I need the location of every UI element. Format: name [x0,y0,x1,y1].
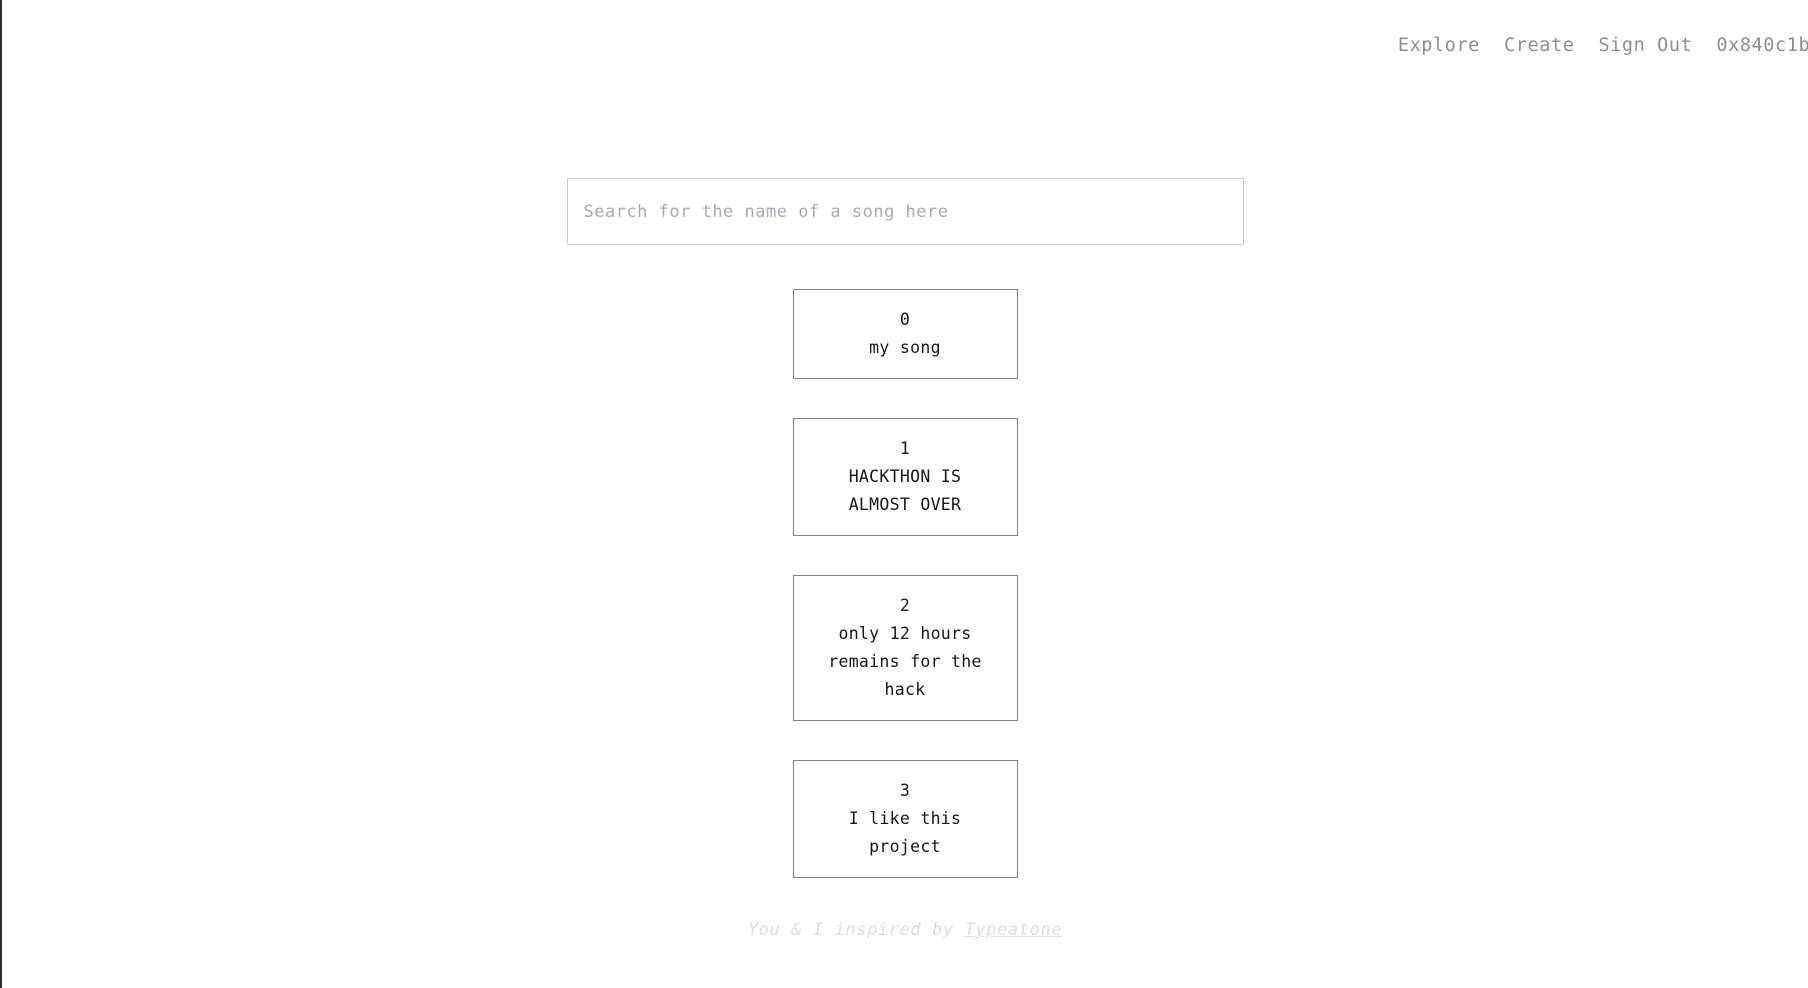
lyric-card-text: HACKTHON IS ALMOST OVER [848,467,962,514]
lyric-card-list: 0 my song 1 HACKTHON IS ALMOST OVER 2 on… [2,289,1808,917]
lyric-card-index: 0 [899,310,911,329]
lyric-card-text: I like this project [848,809,962,856]
lyric-card-index: 3 [899,781,911,800]
lyric-card[interactable]: 1 HACKTHON IS ALMOST OVER [792,418,1018,536]
top-navigation: Explore Create Sign Out 0x840c1b. [2,0,1808,92]
footer: You & I inspired by Typeatone [2,920,1808,940]
lyric-card[interactable]: 0 my song [792,289,1018,379]
nav-link-explore[interactable]: Explore [1398,36,1480,56]
lyric-card-text: only 12 hours remains for the hack [828,624,982,699]
nav-link-sign-out[interactable]: Sign Out [1598,36,1692,56]
lyric-card[interactable]: 3 I like this project [792,760,1018,878]
lyric-card-text: my song [869,338,941,357]
footer-credit-text: You & I inspired by [747,920,965,940]
nav-wallet-address[interactable]: 0x840c1b. [1716,36,1808,56]
lyric-card-index: 2 [899,596,911,615]
search-input[interactable] [566,178,1244,245]
search-section [2,178,1808,245]
lyric-card[interactable]: 2 only 12 hours remains for the hack [792,575,1018,721]
nav-link-create[interactable]: Create [1504,36,1574,56]
footer-link-typeatone[interactable]: Typeatone [965,920,1063,940]
lyric-card-index: 1 [899,439,911,458]
